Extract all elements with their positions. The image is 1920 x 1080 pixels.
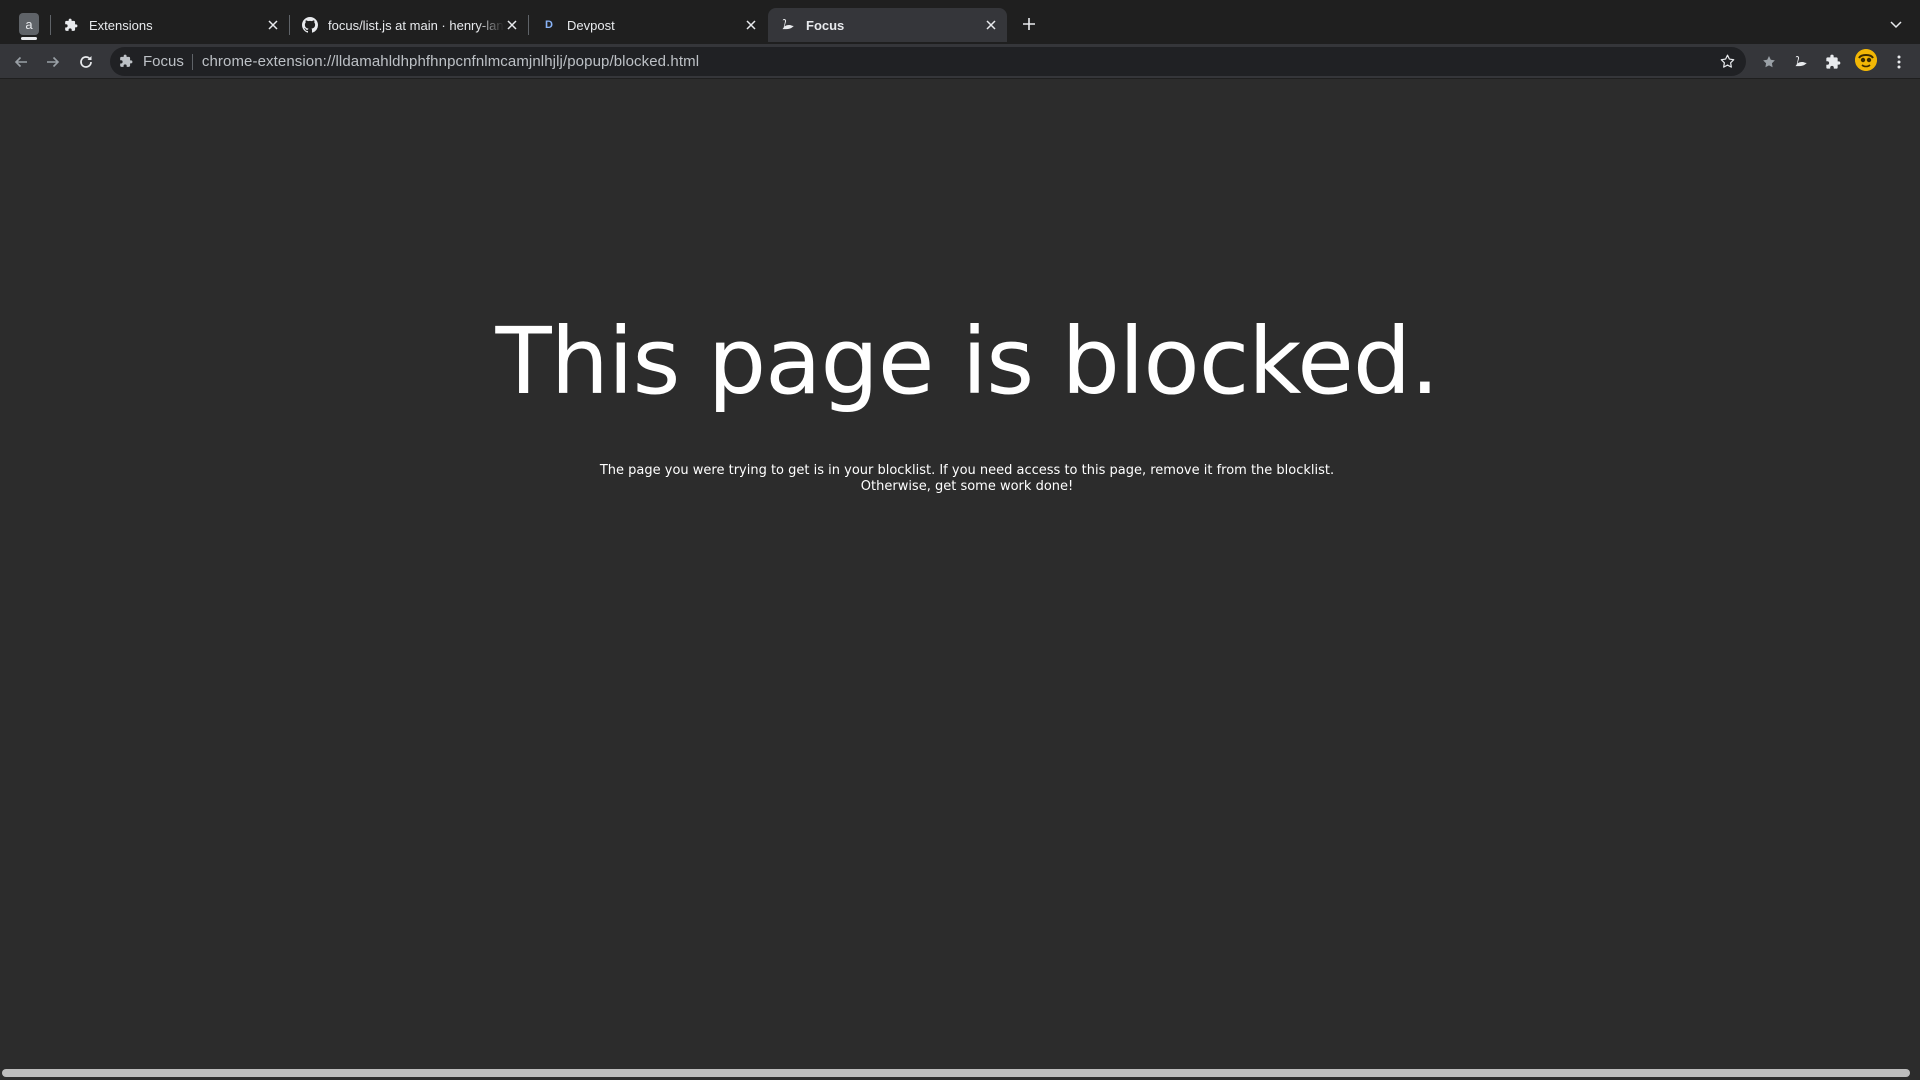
tab-search-button[interactable]: a <box>19 13 39 40</box>
puzzle-icon <box>63 17 79 33</box>
forward-button[interactable] <box>42 51 64 73</box>
browser-toolbar: Focus chrome-extension://lldamahldhphfhn… <box>0 44 1920 79</box>
reload-button[interactable] <box>75 51 97 73</box>
blocked-message-line-1: The page you were trying to get is in yo… <box>599 463 1335 478</box>
new-tab-button[interactable] <box>1019 14 1039 34</box>
tab-title: Devpost <box>567 17 615 33</box>
page-title: This page is blocked. <box>495 308 1439 415</box>
tab-extensions[interactable]: Extensions <box>51 8 289 42</box>
tab-focus[interactable]: Focus <box>768 8 1007 42</box>
extensions-menu-button[interactable] <box>1822 51 1844 73</box>
tab-title: Extensions <box>89 17 153 33</box>
tab-search-label: a <box>25 16 33 32</box>
profile-avatar[interactable] <box>1855 49 1877 71</box>
plus-icon <box>1022 17 1036 31</box>
tab-title: Focus <box>806 17 845 33</box>
tab-title: focus/list.js at main · henry-lan <box>328 17 504 33</box>
close-icon[interactable] <box>504 17 520 33</box>
puzzle-icon <box>1825 54 1841 70</box>
close-icon[interactable] <box>265 17 281 33</box>
bookmark-star-icon[interactable] <box>1719 53 1736 70</box>
url-text[interactable]: chrome-extension://lldamahldhphfhnpcnfnl… <box>202 53 699 70</box>
tab-github[interactable]: focus/list.js at main · henry-lan <box>290 8 528 42</box>
arrow-left-icon <box>13 54 29 70</box>
horizontal-scrollbar[interactable] <box>0 1065 1920 1080</box>
page-content: This page is blocked. The page you were … <box>0 80 1920 1065</box>
star-filled-icon <box>1761 54 1777 70</box>
tab-devpost[interactable]: D Devpost <box>529 8 767 42</box>
extension-star-button[interactable] <box>1758 51 1780 73</box>
close-icon[interactable] <box>983 17 999 33</box>
reload-icon <box>78 54 94 70</box>
tab-strip: a Extensions focus/list.js at main · hen… <box>0 0 1920 44</box>
tab-list-button[interactable] <box>1888 16 1904 32</box>
kebab-menu-icon <box>1891 54 1907 70</box>
focus-extension-button[interactable] <box>1790 51 1812 73</box>
site-chip-label[interactable]: Focus <box>143 53 184 70</box>
back-button[interactable] <box>10 51 32 73</box>
blocked-message-line-2: Otherwise, get some work done! <box>860 479 1074 494</box>
address-bar[interactable]: Focus chrome-extension://lldamahldhphfhn… <box>110 47 1746 76</box>
arrow-right-icon <box>45 54 61 70</box>
focus-swan-icon <box>780 17 796 33</box>
puzzle-icon <box>119 54 135 70</box>
github-icon <box>302 17 318 33</box>
focus-swan-icon <box>1793 54 1809 70</box>
omnibox-divider <box>191 53 193 70</box>
close-icon[interactable] <box>743 17 759 33</box>
blocked-message: The page you were trying to get is in yo… <box>0 463 1920 495</box>
devpost-icon: D <box>545 19 553 31</box>
scrollbar-thumb[interactable] <box>2 1069 1910 1077</box>
chevron-down-icon <box>1888 16 1904 32</box>
browser-menu-button[interactable] <box>1888 51 1910 73</box>
